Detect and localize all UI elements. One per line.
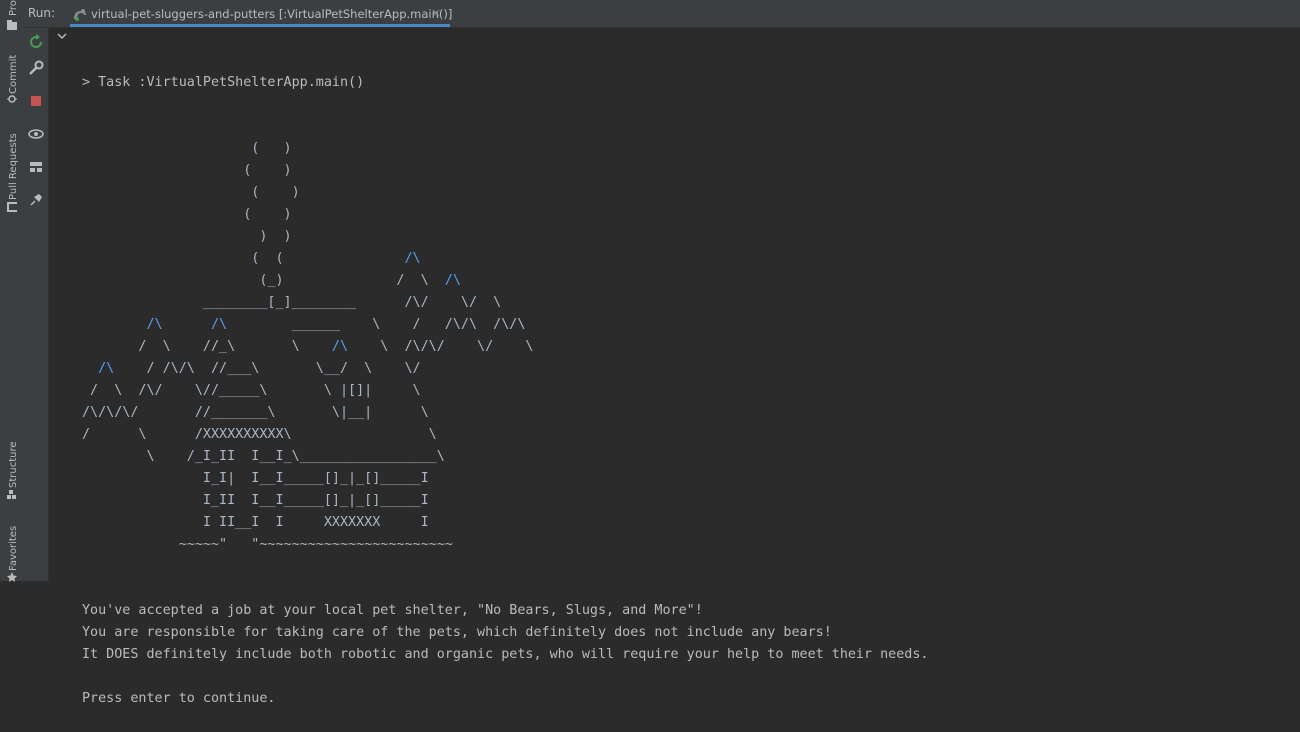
console-gutter [49, 28, 70, 581]
ascii-art-line: I II__I I XXXXXXX I [82, 512, 1300, 534]
ascii-segment [82, 361, 98, 376]
ascii-highlight: /\ [444, 273, 461, 288]
wrench-icon[interactable] [28, 60, 44, 76]
structure-icon [7, 490, 16, 499]
ascii-art-line: / \ /\/ \//_____\ \ |[]| \ [82, 380, 1300, 402]
ascii-highlight: /\ [98, 361, 115, 376]
left-tool-stripe: Pro Commit Pull Requests Structure Favor… [0, 0, 25, 582]
run-tab-title: virtual-pet-sluggers-and-putters [:Virtu… [91, 7, 453, 21]
ascii-art-line: I_I| I__I_____[]_|_[]_____I [82, 468, 1300, 490]
pull-requests-tab[interactable]: Pull Requests [3, 128, 21, 214]
favorites-tab[interactable]: Favorites [3, 522, 21, 582]
ascii-segment: ) ) [82, 229, 292, 244]
ascii-segment: / \ /\/ \//_____\ \ |[]| \ [82, 383, 421, 398]
ascii-highlight: /\ [146, 317, 163, 332]
console-messages: You've accepted a job at your local pet … [82, 600, 1300, 710]
task-line: > Task :VirtualPetShelterApp.main() [82, 75, 365, 90]
project-tab[interactable]: Pro [3, 0, 21, 30]
ascii-segment: \ /\/\/ \/ \ [348, 339, 534, 354]
ascii-art-line: ( ) [82, 160, 1300, 182]
pin-icon[interactable] [28, 192, 44, 208]
ascii-art-line: /\/\/\/ //_______\ \|__| \ [82, 402, 1300, 424]
ascii-art-line: /\ /\ ______ \ / /\/\ /\/\ [82, 314, 1300, 336]
ascii-art-line: \ /_I_II I__I_\_________________\ [82, 446, 1300, 468]
gradle-icon [74, 9, 86, 21]
console-message-line [82, 666, 1300, 688]
structure-tab-label: Structure [8, 441, 19, 488]
commit-icon [7, 95, 17, 103]
ascii-segment: ( ) [82, 163, 292, 178]
ascii-highlight: /\ [211, 317, 228, 332]
commit-tab-label: Commit [8, 54, 19, 94]
ascii-segment: (_) / \ [82, 273, 445, 288]
ascii-segment: I II__I I XXXXXXX I [82, 515, 429, 530]
ascii-segment: ( ) [82, 185, 300, 200]
console-message-line: Press enter to continue. [82, 691, 276, 706]
ascii-segment: I_I| I__I_____[]_|_[]_____I [82, 471, 429, 486]
ascii-art-line: ( ) [82, 182, 1300, 204]
close-icon[interactable]: × [431, 6, 441, 20]
ascii-segment: /\/\/\/ //_______\ \|__| \ [82, 405, 429, 420]
run-window-header: Run: virtual-pet-sluggers-and-putters [:… [24, 0, 1300, 28]
folder-icon [7, 20, 17, 30]
ascii-segment: ________[_]________ /\/ \/ \ [82, 295, 502, 310]
ascii-segment: ~~~~~" "~~~~~~~~~~~~~~~~~~~~~~~~ [82, 537, 453, 552]
ascii-segment: ( ( [82, 251, 405, 266]
favorites-tab-label: Favorites [8, 525, 19, 571]
pull-requests-tab-label: Pull Requests [8, 133, 19, 200]
ascii-segment [82, 317, 147, 332]
ascii-segment: ( ) [82, 141, 292, 156]
ascii-art: ( ) ( ) ( ) ( ) ) ) ( ( /\ (_) / \ /\ __… [82, 138, 1300, 556]
ascii-art-line: I_II I__I_____[]_|_[]_____I [82, 490, 1300, 512]
console-output[interactable]: > Task :VirtualPetShelterApp.main() ( ) … [82, 28, 1300, 706]
ascii-segment: I_II I__I_____[]_|_[]_____I [82, 493, 429, 508]
stop-icon[interactable] [28, 93, 44, 109]
console-message-line: It DOES definitely include both robotic … [82, 647, 929, 662]
ascii-segment: / \ //_\ \ [82, 339, 332, 354]
ascii-art-line: (_) / \ /\ [82, 270, 1300, 292]
structure-tab[interactable]: Structure [3, 436, 21, 502]
ascii-art-line: / \ //_\ \ /\ \ /\/\/ \/ \ [82, 336, 1300, 358]
run-label: Run: [28, 6, 56, 20]
ascii-art-line: ) ) [82, 226, 1300, 248]
ascii-art-line: ( ) [82, 138, 1300, 160]
ascii-art-line: ( ) [82, 204, 1300, 226]
ascii-segment [163, 317, 211, 332]
layout-icon[interactable] [28, 159, 44, 175]
run-action-toolbar [24, 28, 49, 581]
run-configuration-tab[interactable]: virtual-pet-sluggers-and-putters [:Virtu… [70, 0, 453, 27]
ascii-segment: ( ) [82, 207, 292, 222]
ascii-segment: / /\/\ //___\ \__/ \ \/ [114, 361, 421, 376]
ascii-art-line: ________[_]________ /\/ \/ \ [82, 292, 1300, 314]
console-message-line: You are responsible for taking care of t… [82, 625, 832, 640]
ascii-art-line: / \ /XXXXXXXXXX\ \ [82, 424, 1300, 446]
console-message-line: You've accepted a job at your local pet … [82, 603, 703, 618]
commit-tab[interactable]: Commit [3, 48, 21, 108]
ascii-highlight: /\ [404, 251, 421, 266]
pull-request-icon [7, 202, 17, 212]
ascii-art-line: ~~~~~" "~~~~~~~~~~~~~~~~~~~~~~~~ [82, 534, 1300, 556]
ascii-segment: \ /_I_II I__I_\_________________\ [82, 449, 445, 464]
chevron-down-icon[interactable] [57, 31, 67, 41]
ascii-highlight: /\ [331, 339, 349, 354]
ascii-segment: / \ /XXXXXXXXXX\ \ [82, 427, 437, 442]
ascii-art-line: /\ / /\/\ //___\ \__/ \ \/ [82, 358, 1300, 380]
ascii-segment: ______ \ / /\/\ /\/\ [227, 317, 526, 332]
ascii-art-line: ( ( /\ [82, 248, 1300, 270]
rerun-icon[interactable] [28, 34, 44, 50]
project-tab-label: Pro [8, 0, 19, 16]
eye-icon[interactable] [28, 126, 44, 142]
